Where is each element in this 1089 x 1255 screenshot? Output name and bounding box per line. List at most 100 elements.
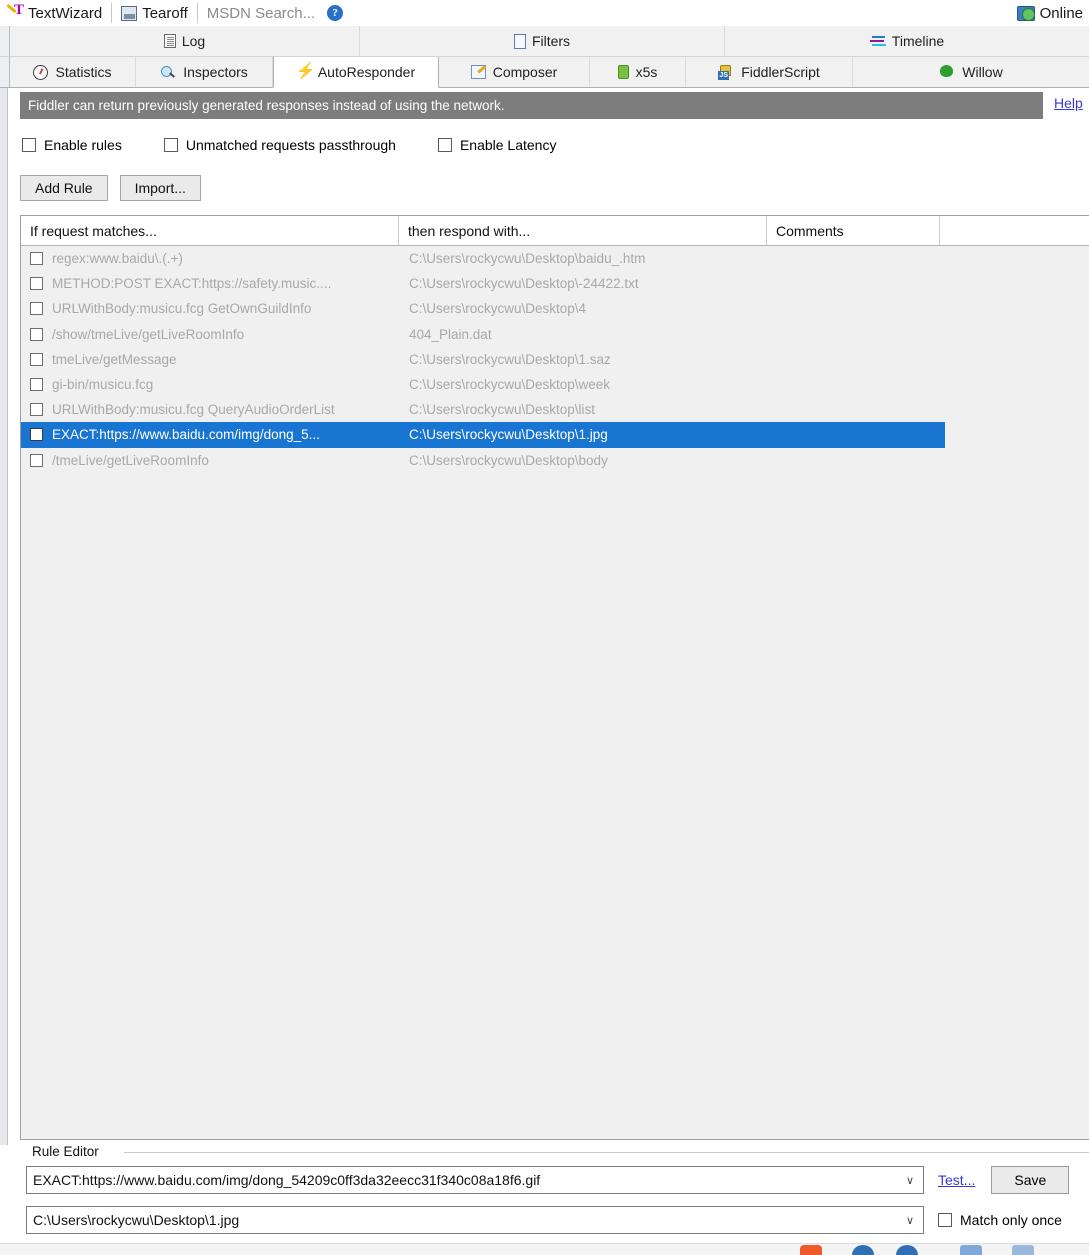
rule-enabled-checkbox[interactable] (30, 453, 43, 467)
tab-x5s[interactable]: x5s (590, 57, 686, 87)
table-row[interactable]: /show/tmeLive/getLiveRoomInfo 404_Plain.d… (21, 321, 1089, 347)
tab-willow[interactable]: Willow (853, 57, 1089, 87)
table-row[interactable]: gi-bin/musicu.fcg C:\Users\rockycwu\Deskt… (21, 371, 1089, 398)
tab-composer[interactable]: Composer (439, 57, 590, 87)
toolbar-button-online[interactable]: Online (1011, 1, 1089, 25)
help-circle-icon: ? (327, 5, 344, 21)
tabstrip-left-edge (0, 26, 10, 56)
test-link[interactable]: Test... (938, 1172, 975, 1188)
main-toolbar: TextWizard Tearoff MSDN Search... ? Onli… (0, 0, 1089, 26)
tab-autoresponder[interactable]: AutoResponder (273, 57, 439, 88)
toolbar-button-tearoff[interactable]: Tearoff (115, 1, 194, 25)
option-enable-rules[interactable]: Enable rules (22, 137, 122, 153)
toolbar-separator-2 (196, 3, 198, 23)
rule-enabled-checkbox[interactable] (30, 277, 43, 291)
tab-composer-label: Composer (492, 64, 558, 80)
autoresponder-icon (296, 61, 316, 81)
match-only-once-checkbox[interactable] (938, 1213, 952, 1227)
toolbar-label-msdn-search: MSDN Search... (206, 4, 316, 22)
willow-icon (939, 64, 955, 80)
column-header-extra[interactable] (940, 216, 1089, 245)
rule-enabled-checkbox[interactable] (30, 352, 43, 366)
rule-match-cell: tmeLive/getMessage (52, 351, 177, 367)
rules-table-body: regex:www.baidu\.(.+) C:\Users\rockycwu\D… (21, 246, 1089, 1139)
taskbar-peek (0, 1243, 1089, 1255)
unmatched-passthrough-checkbox[interactable] (163, 138, 178, 152)
tab-timeline[interactable]: Timeline (725, 26, 1089, 56)
rule-respond-cell: C:\Users\rockycwu\Desktop\list (409, 402, 596, 418)
option-enable-latency[interactable]: Enable Latency (437, 137, 557, 153)
tab-filters[interactable]: Filters (360, 26, 725, 56)
enable-rules-checkbox[interactable] (22, 138, 36, 152)
column-header-comments[interactable]: Comments (767, 216, 940, 245)
rule-match-value[interactable]: EXACT:https://www.baidu.com/img/dong_542… (27, 1172, 897, 1188)
rule-match-combobox[interactable]: EXACT:https://www.baidu.com/img/dong_542… (26, 1166, 924, 1194)
help-link[interactable]: Help (1054, 95, 1083, 111)
rule-enabled-checkbox[interactable] (30, 302, 43, 316)
add-rule-button[interactable]: Add Rule (20, 175, 108, 201)
column-header-match[interactable]: If request matches... (21, 216, 399, 245)
save-button[interactable]: Save (991, 1166, 1070, 1194)
toolbar-button-help[interactable]: ? (321, 1, 349, 25)
tab-fiddlerscript[interactable]: FiddlerScript (686, 57, 853, 87)
rule-respond-combobox[interactable]: C:\Users\rockycwu\Desktop\1.jpg ∨ (26, 1206, 924, 1234)
rule-enabled-checkbox[interactable] (30, 252, 43, 266)
table-row[interactable]: tmeLive/getMessage C:\Users\rockycwu\Desk… (21, 346, 1089, 372)
primary-tab-strip: Statistics Inspectors AutoResponder Comp… (0, 57, 1089, 88)
rules-list-panel: If request matches... then respond with.… (20, 215, 1089, 1140)
taskbar-icon-d[interactable] (960, 1245, 982, 1255)
rules-table-header: If request matches... then respond with.… (21, 216, 1089, 246)
statistics-icon (33, 64, 49, 80)
rule-enabled-checkbox[interactable] (30, 327, 43, 341)
rule-enabled-checkbox[interactable] (30, 378, 43, 392)
toolbar-label-tearoff: Tearoff (142, 4, 188, 22)
toolbar-button-textwizard[interactable]: TextWizard (0, 1, 108, 25)
enable-latency-label: Enable Latency (459, 137, 557, 153)
option-unmatched-passthrough[interactable]: Unmatched requests passthrough (163, 137, 396, 153)
fiddlerscript-icon (718, 64, 734, 80)
match-only-once-option[interactable]: Match only once (938, 1212, 1062, 1228)
table-row[interactable]: URLWithBody:musicu.fcg GetOwnGuildInfo C:… (21, 296, 1089, 322)
fiddler-autoresponder-window: TextWizard Tearoff MSDN Search... ? Onli… (0, 0, 1089, 1255)
tearoff-icon (121, 5, 138, 21)
chevron-down-icon[interactable]: ∨ (897, 1167, 923, 1193)
chevron-down-icon-2[interactable]: ∨ (897, 1207, 923, 1233)
rule-respond-value[interactable]: C:\Users\rockycwu\Desktop\1.jpg (27, 1212, 897, 1228)
taskbar-icon-a[interactable] (800, 1245, 822, 1255)
log-icon (163, 34, 176, 48)
inspectors-icon (160, 65, 176, 80)
rule-match-cell: EXACT:https://www.baidu.com/img/dong_5..… (52, 427, 320, 443)
timeline-icon (869, 35, 886, 48)
column-header-respond[interactable]: then respond with... (399, 216, 767, 245)
enable-latency-checkbox[interactable] (437, 138, 452, 152)
rule-match-cell: /show/tmeLive/getLiveRoomInfo (52, 326, 245, 342)
taskbar-icon-e[interactable] (1012, 1245, 1034, 1255)
rule-respond-cell: C:\Users\rockycwu\Desktop\-24422.txt (409, 276, 639, 292)
main-tabstrip-left-edge (0, 57, 10, 87)
window-left-edge (0, 26, 8, 1145)
rule-enabled-checkbox[interactable] (30, 403, 43, 417)
toolbar-label-online: Online (1039, 4, 1083, 22)
rule-enabled-checkbox[interactable] (30, 428, 43, 442)
table-row[interactable]: /tmeLive/getLiveRoomInfo C:\Users\rockycw… (21, 447, 1089, 473)
tab-autoresponder-label: AutoResponder (317, 64, 416, 80)
taskbar-icon-b[interactable] (852, 1245, 874, 1255)
table-row[interactable]: METHOD:POST EXACT:https://safety.music..… (21, 271, 1089, 297)
table-row[interactable]: EXACT:https://www.baidu.com/img/dong_5..… (21, 422, 945, 448)
toolbar-button-msdn-search[interactable]: MSDN Search... (201, 1, 321, 25)
enable-rules-label: Enable rules (44, 137, 122, 153)
tab-statistics-label: Statistics (55, 64, 112, 80)
tab-filters-label: Filters (531, 33, 571, 49)
toolbar-right-group: Online (1011, 1, 1089, 25)
table-row[interactable]: URLWithBody:musicu.fcg QueryAudioOrderLi… (21, 397, 1089, 423)
tab-statistics[interactable]: Statistics (10, 57, 136, 87)
rule-match-cell: regex:www.baidu\.(.+) (52, 251, 183, 267)
tab-log[interactable]: Log (10, 26, 360, 56)
tab-inspectors[interactable]: Inspectors (136, 57, 273, 87)
toolbar-label-textwizard: TextWizard (28, 4, 103, 22)
info-banner: Fiddler can return previously generated … (20, 92, 1043, 119)
table-row[interactable]: regex:www.baidu\.(.+) C:\Users\rockycwu\D… (21, 246, 1089, 272)
taskbar-icon-c[interactable] (896, 1245, 918, 1255)
rule-match-cell: METHOD:POST EXACT:https://safety.music..… (52, 276, 332, 292)
import-button[interactable]: Import... (119, 175, 201, 201)
